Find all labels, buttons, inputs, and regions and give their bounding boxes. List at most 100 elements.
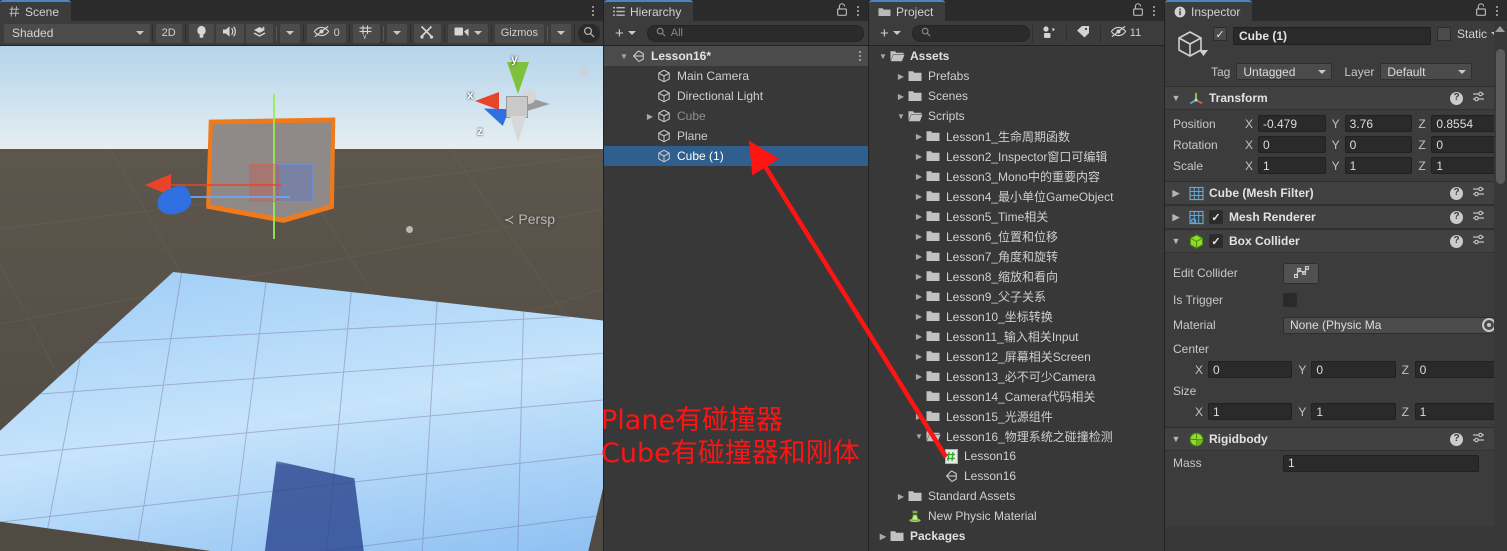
project-search-input[interactable]: [911, 24, 1030, 42]
project-item-lesson16[interactable]: ▼ Lesson16_物理系统之碰撞检测: [869, 426, 1164, 446]
component-header-mesh-renderer[interactable]: ▶ ✓ Mesh Renderer ?: [1165, 205, 1507, 229]
lock-icon[interactable]: [836, 2, 848, 19]
scene-fx-dropdown[interactable]: [279, 23, 300, 43]
project-item-lesson4-gameobject[interactable]: ▶ Lesson4_最小单位GameObject: [869, 186, 1164, 206]
foldout-triangle-icon[interactable]: ▶: [1169, 188, 1183, 199]
box-collider-enabled-checkbox[interactable]: ✓: [1209, 234, 1223, 248]
preset-icon[interactable]: [1472, 90, 1486, 106]
component-header-transform[interactable]: ▼ Transform ?: [1165, 86, 1507, 110]
project-item-lesson15[interactable]: ▶ Lesson15_光源组件: [869, 406, 1164, 426]
transform-scale-field-y[interactable]: 1: [1344, 157, 1413, 174]
foldout-triangle-icon[interactable]: ▶: [913, 252, 925, 261]
gizmos-button[interactable]: Gizmos: [494, 23, 544, 43]
project-item-lesson16[interactable]: Lesson16: [869, 466, 1164, 486]
gameobject-enabled-checkbox[interactable]: ✓: [1213, 27, 1227, 41]
project-item-lesson6[interactable]: ▶ Lesson6_位置和位移: [869, 226, 1164, 246]
toggle-2d-button[interactable]: 2D: [155, 23, 182, 43]
scene-view-gizmo[interactable]: x y z: [467, 52, 561, 148]
tag-dropdown[interactable]: Untagged: [1236, 63, 1333, 80]
project-item-lesson13-camera[interactable]: ▶ Lesson13_必不可少Camera: [869, 366, 1164, 386]
edit-collider-button[interactable]: [1283, 262, 1319, 284]
scroll-up-arrow-icon[interactable]: [1495, 26, 1505, 32]
project-item-lesson12-screen[interactable]: ▶ Lesson12_屏幕相关Screen: [869, 346, 1164, 366]
transform-position-field-z[interactable]: 0.8554: [1431, 115, 1500, 132]
scene-visibility-toggle[interactable]: 0: [306, 23, 346, 43]
foldout-triangle-icon[interactable]: ▼: [1169, 236, 1183, 246]
cube-gameobject[interactable]: [145, 94, 336, 239]
project-label-filter[interactable]: [1070, 24, 1097, 43]
project-item-lesson10[interactable]: ▶ Lesson10_坐标转换: [869, 306, 1164, 326]
scene-fx-toggle[interactable]: [245, 23, 273, 43]
foldout-triangle-icon[interactable]: ▶: [913, 152, 925, 161]
project-prefab-filter[interactable]: [1036, 24, 1063, 43]
component-header-rigidbody[interactable]: ▼ Rigidbody ?: [1165, 427, 1507, 451]
kebab-menu-icon[interactable]: [1495, 4, 1499, 18]
foldout-triangle-icon[interactable]: ▼: [877, 52, 889, 61]
hierarchy-item-plane[interactable]: ▶Plane: [604, 126, 868, 146]
hierarchy-tree[interactable]: ▼Lesson16*▶Main Camera▶Directional Light…: [604, 46, 868, 551]
scene-audio-toggle[interactable]: [215, 23, 244, 43]
transform-scale-field-x[interactable]: 1: [1258, 157, 1326, 174]
foldout-triangle-icon[interactable]: ▶: [1169, 212, 1183, 223]
project-item-lesson16[interactable]: Lesson16: [869, 446, 1164, 466]
grid-snapping-toggle[interactable]: y: [352, 23, 380, 43]
static-checkbox[interactable]: [1436, 27, 1451, 41]
scene-tools-button[interactable]: [413, 23, 441, 43]
shading-mode-dropdown[interactable]: Shaded: [4, 23, 150, 43]
lock-icon[interactable]: [1475, 2, 1487, 19]
foldout-triangle-icon[interactable]: ▶: [913, 272, 925, 281]
static-dropdown[interactable]: Static: [1457, 27, 1499, 41]
collider-center-field-z[interactable]: 0: [1414, 361, 1499, 378]
help-icon[interactable]: ?: [1450, 186, 1463, 200]
tab-inspector[interactable]: Inspector: [1165, 0, 1253, 21]
project-item-new-physic-material[interactable]: New Physic Material: [869, 506, 1164, 526]
project-item-scenes[interactable]: ▶ Scenes: [869, 86, 1164, 106]
transform-rotation-field-x[interactable]: 0: [1258, 136, 1326, 153]
project-item-assets[interactable]: ▼ Assets: [869, 46, 1164, 66]
projection-mode-label[interactable]: ≺ Persp: [504, 211, 555, 228]
hierarchy-add-button[interactable]: +: [609, 24, 642, 43]
preset-icon[interactable]: [1472, 233, 1486, 249]
project-item-lesson14-camera[interactable]: Lesson14_Camera代码相关: [869, 386, 1164, 406]
foldout-triangle-icon[interactable]: ▶: [913, 312, 925, 321]
foldout-triangle-icon[interactable]: ▶: [913, 372, 925, 381]
project-item-lesson7[interactable]: ▶ Lesson7_角度和旋转: [869, 246, 1164, 266]
project-item-packages[interactable]: ▶ Packages: [869, 526, 1164, 546]
tab-project[interactable]: Project: [869, 0, 946, 21]
foldout-triangle-icon[interactable]: ▶: [877, 532, 889, 541]
scene-search-button[interactable]: [577, 23, 600, 43]
component-header-box-collider[interactable]: ▼ ✓ Box Collider ?: [1165, 229, 1507, 253]
transform-rotation-field-z[interactable]: 0: [1431, 136, 1500, 153]
scene-viewport[interactable]: x y z ≺ Persp: [0, 46, 603, 551]
scene-camera-button[interactable]: [447, 23, 488, 43]
kebab-menu-icon[interactable]: [858, 49, 862, 63]
foldout-triangle-icon[interactable]: ▶: [644, 112, 656, 121]
grid-snap-dropdown[interactable]: [386, 23, 407, 43]
foldout-triangle-icon[interactable]: ▶: [895, 492, 907, 501]
help-icon[interactable]: ?: [1450, 432, 1463, 446]
project-item-standard-assets[interactable]: ▶ Standard Assets: [869, 486, 1164, 506]
mass-field[interactable]: 1: [1283, 454, 1479, 472]
scene-tab-options[interactable]: [591, 0, 603, 21]
project-item-scripts[interactable]: ▼ Scripts: [869, 106, 1164, 126]
gizmo-neg-y-cone[interactable]: [510, 116, 526, 142]
foldout-triangle-icon[interactable]: ▶: [913, 412, 925, 421]
foldout-triangle-icon[interactable]: ▼: [895, 112, 907, 121]
inspector-scrollbar[interactable]: [1494, 21, 1507, 526]
foldout-triangle-icon[interactable]: ▶: [913, 292, 925, 301]
lock-icon[interactable]: [1132, 2, 1144, 19]
collider-size-field-y[interactable]: 1: [1311, 403, 1396, 420]
transform-position-field-x[interactable]: -0.479: [1258, 115, 1326, 132]
foldout-triangle-icon[interactable]: ▶: [913, 232, 925, 241]
preset-icon[interactable]: [1472, 431, 1486, 447]
foldout-triangle-icon[interactable]: ▶: [895, 72, 907, 81]
foldout-triangle-icon[interactable]: ▶: [913, 332, 925, 341]
inspector-tab-options[interactable]: [1475, 0, 1507, 21]
foldout-triangle-icon[interactable]: ▼: [618, 52, 630, 61]
hierarchy-item-main-camera[interactable]: ▶Main Camera: [604, 66, 868, 86]
transform-rotation-field-y[interactable]: 0: [1344, 136, 1413, 153]
foldout-triangle-icon[interactable]: ▶: [913, 172, 925, 181]
preset-icon[interactable]: [1472, 185, 1486, 201]
chevron-down-icon[interactable]: [1199, 46, 1208, 60]
project-tree[interactable]: ▼ Assets ▶ Prefabs ▶ Scenes ▼ Scripts ▶ Lesson1_生…: [869, 46, 1164, 551]
